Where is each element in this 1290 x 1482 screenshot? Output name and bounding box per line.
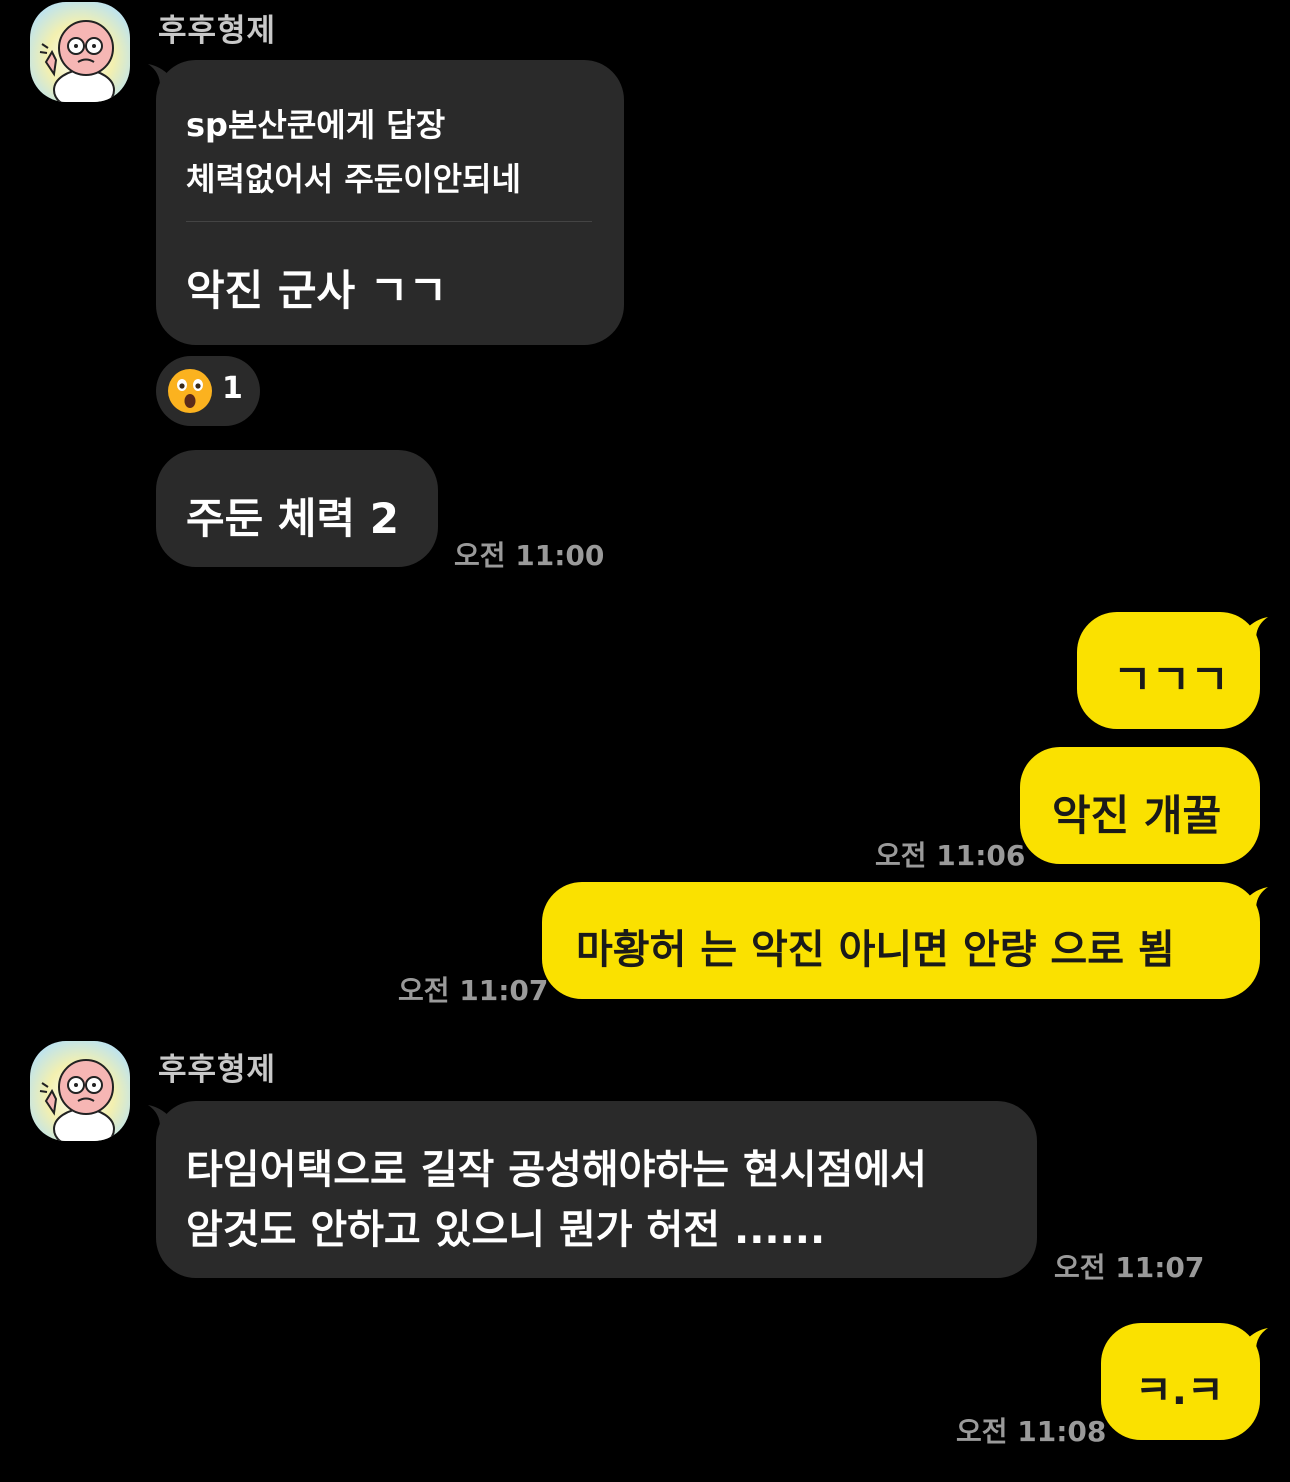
reply-message-bubble[interactable]: sp본산쿤에게 답장 체력없어서 주둔이안되네 악진 군사 ㄱㄱ — [156, 60, 624, 345]
astonished-face-emoji-icon — [168, 369, 212, 413]
sender-avatar[interactable] — [30, 2, 130, 102]
message-timestamp: 오전 11:06 — [875, 839, 1026, 872]
message-text: 악진 개꿀 — [1052, 791, 1222, 840]
my-message-bubble[interactable]: 악진 개꿀 — [1020, 747, 1260, 864]
my-message-bubble[interactable]: ㄱㄱㄱ — [1077, 612, 1260, 729]
my-message-bubble[interactable]: ㅋ.ㅋ — [1101, 1323, 1260, 1440]
reply-target-label: sp본산쿤에게 답장 — [186, 106, 446, 144]
reaction-chip[interactable]: 1 — [156, 356, 260, 426]
message-timestamp: 오전 11:07 — [1054, 1251, 1205, 1284]
message-text: 마황허 는 악진 아니면 안량 으로 뵘 — [576, 927, 1175, 973]
message-timestamp: 오전 11:07 — [398, 974, 549, 1007]
sender-name: 후후형제 — [158, 13, 277, 49]
message-text: ㄱㄱㄱ — [1113, 655, 1229, 704]
my-message-bubble[interactable]: 마황허 는 악진 아니면 안량 으로 뵘 — [542, 882, 1260, 999]
message-text: 악진 군사 ㄱㄱ — [186, 266, 448, 315]
reply-divider — [186, 221, 592, 222]
avatar-character-icon — [39, 1059, 115, 1141]
message-text: 주둔 체력 2 — [186, 494, 400, 543]
message-text: ㅋ.ㅋ — [1135, 1368, 1224, 1414]
quoted-message-text: 체력없어서 주둔이안되네 — [186, 160, 521, 198]
message-bubble[interactable]: 타임어택으로 길작 공성해야하는 현시점에서 암것도 안하고 있으니 뭔가 허전… — [156, 1101, 1037, 1278]
sender-avatar[interactable] — [30, 1041, 130, 1141]
sender-name: 후후형제 — [158, 1052, 277, 1088]
reaction-count: 1 — [222, 371, 243, 406]
avatar-character-icon — [39, 20, 115, 102]
message-text-line: 암것도 안하고 있으니 뭔가 허전 ...... — [186, 1207, 826, 1253]
message-timestamp: 오전 11:00 — [454, 539, 605, 572]
message-bubble[interactable]: 주둔 체력 2 — [156, 450, 438, 567]
message-text-line: 타임어택으로 길작 공성해야하는 현시점에서 — [186, 1147, 927, 1193]
message-timestamp: 오전 11:08 — [956, 1415, 1107, 1448]
